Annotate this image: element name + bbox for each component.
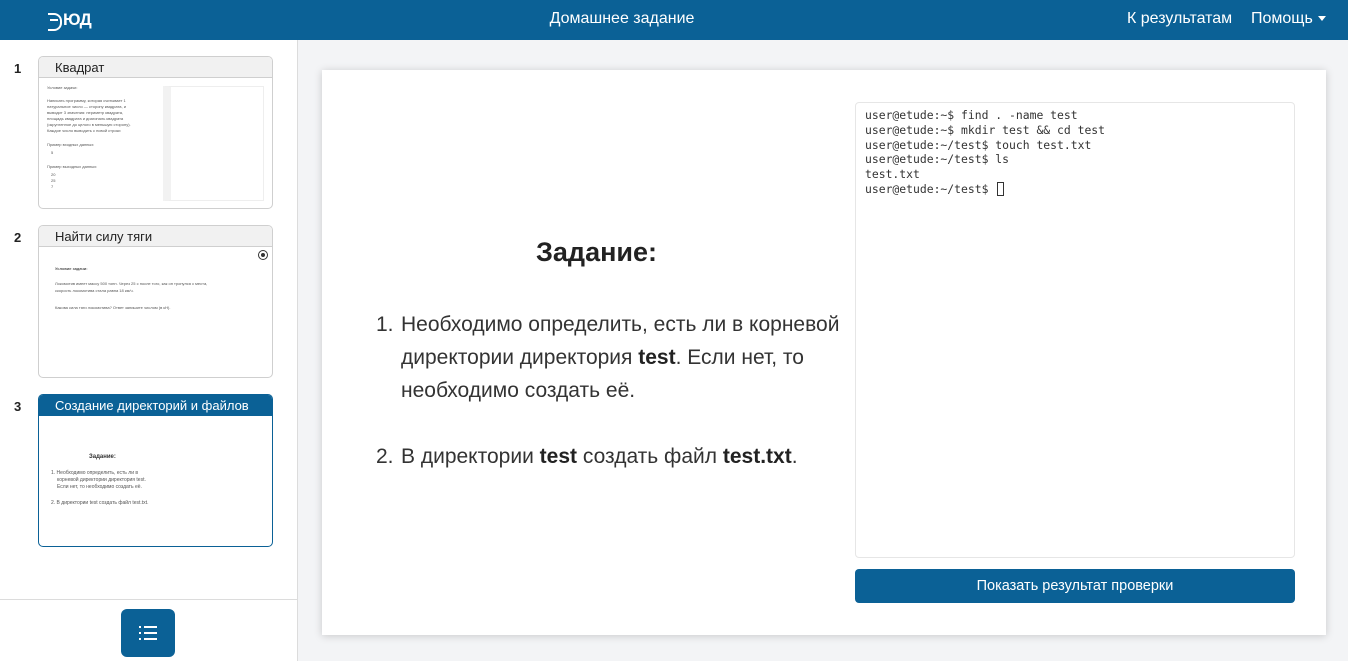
- task-card-2[interactable]: Найти силу тяги Условие задачи: Локомоти…: [38, 225, 273, 378]
- task-step-1: 1. Необходимо определить, есть ли в корн…: [376, 308, 846, 407]
- terminal-line: user@etude:~/test$ ls: [865, 152, 1010, 167]
- preview-text: Условие задачи:: [47, 85, 78, 90]
- task-number: 1: [14, 61, 22, 76]
- step-number: 2.: [376, 445, 394, 468]
- task-sidebar: 1 Квадрат Условие задачи: Написать прогр…: [0, 40, 298, 661]
- task-step-2: 2. В директории test создать файл test.t…: [376, 440, 846, 473]
- help-menu-label: Помощь: [1251, 10, 1313, 27]
- preview-text: 1. Необходимо определить, есть ли в: [51, 470, 139, 476]
- task-card-preview: Задание: 1. Необходимо определить, есть …: [39, 416, 272, 546]
- task-steps: 1. Необходимо определить, есть ли в корн…: [376, 308, 846, 506]
- step-text: создать файл: [577, 445, 723, 468]
- step-text: В директории: [401, 445, 540, 468]
- preview-text: Пример входных данных:: [47, 142, 95, 147]
- preview-text: 7: [51, 184, 54, 189]
- preview-text: скорость локомотива стала равна 18 км/ч.: [55, 288, 134, 293]
- terminal-line: user@etude:~$ mkdir test && cd test: [865, 122, 1106, 137]
- task-card-title: Найти силу тяги: [39, 226, 272, 247]
- task-list-button[interactable]: [121, 609, 175, 657]
- terminal-cursor: [997, 181, 1005, 196]
- preview-text: Локомотив имеет массу 500 тонн. Через 25…: [55, 281, 208, 286]
- terminal-line: user@etude:~$ find . -name test: [865, 108, 1078, 122]
- preview-text: 5: [51, 150, 54, 155]
- task-card-1[interactable]: Квадрат Условие задачи: Написать програм…: [38, 56, 273, 209]
- task-card-title: Квадрат: [39, 57, 272, 78]
- preview-text: Какова сила тяги локомотива? Ответ запиш…: [55, 305, 171, 310]
- preview-text: Пример выходных данных:: [47, 164, 98, 169]
- preview-text: Если нет, то необходимо создать её.: [57, 484, 142, 490]
- task-card-preview: Условие задачи: Написать программу, кото…: [39, 78, 272, 208]
- task-card-preview: Условие задачи: Локомотив имеет массу 50…: [39, 247, 272, 377]
- terminal-prompt: user@etude:~/test$: [865, 181, 996, 196]
- preview-text: Условие задачи:: [55, 266, 88, 271]
- terminal-line: user@etude:~/test$ touch test.txt: [865, 137, 1092, 152]
- show-result-button[interactable]: Показать результат проверки: [855, 569, 1295, 603]
- step-bold: test: [638, 346, 676, 369]
- preview-text: Задание:: [89, 454, 116, 460]
- step-text: .: [791, 445, 798, 468]
- results-link[interactable]: К результатам: [1127, 10, 1232, 28]
- step-bold: test.txt: [722, 445, 792, 468]
- preview-text: корневой директории директория test.: [57, 477, 146, 483]
- task-number: 3: [14, 399, 22, 414]
- task-heading: Задание:: [536, 237, 657, 267]
- preview-text: 2. В директории test создать файл test.t…: [51, 500, 149, 506]
- sidebar-footer: [0, 599, 297, 661]
- step-number: 1.: [376, 313, 394, 336]
- task-card-title: Создание директорий и файлов: [39, 395, 272, 416]
- page-title: Домашнее задание: [549, 10, 695, 27]
- task-card-3[interactable]: Создание директорий и файлов Задание: 1.…: [38, 394, 273, 547]
- terminal-prompt-line: user@etude:~/test$: [865, 181, 1285, 197]
- step-bold: test: [539, 445, 578, 468]
- preview-text: Каждое число выводить с новой строки: [47, 128, 121, 133]
- list-icon: [139, 626, 157, 640]
- terminal[interactable]: user@etude:~$ find . -name test user@etu…: [855, 102, 1295, 558]
- terminal-line: test.txt: [865, 167, 920, 182]
- task-panel: Задание: 1. Необходимо определить, есть …: [322, 70, 1326, 635]
- top-navbar: ЮД Домашнее задание К результатам Помощь: [0, 0, 1348, 40]
- preview-editor: [163, 86, 264, 201]
- caret-down-icon: [1317, 16, 1326, 22]
- help-menu[interactable]: Помощь: [1251, 10, 1326, 28]
- radio-icon: [258, 250, 268, 260]
- task-number: 2: [14, 230, 22, 245]
